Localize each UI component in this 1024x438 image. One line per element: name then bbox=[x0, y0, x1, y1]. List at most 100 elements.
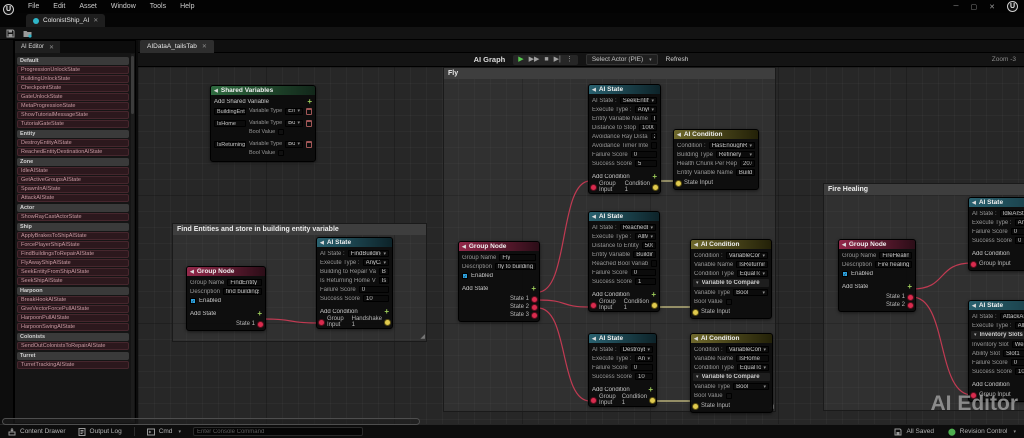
maximize-button[interactable]: ▢ bbox=[971, 3, 978, 11]
group-node-fly[interactable]: ◀Group NodeGroup NameFlyDescriptionfly t… bbox=[458, 241, 540, 322]
field-input[interactable]: fly to building entity bbox=[495, 263, 536, 270]
delete-variable-icon[interactable] bbox=[306, 120, 312, 127]
field-select[interactable]: VariableCompareCondition▾ bbox=[726, 252, 768, 259]
node-header[interactable]: ◀AI Condition bbox=[691, 240, 771, 249]
checkbox[interactable] bbox=[726, 393, 732, 399]
ai-state-list-item[interactable]: FindBuildingsToRepairAIState bbox=[17, 250, 129, 258]
node-header[interactable]: ◀Group Node bbox=[187, 267, 265, 276]
resize-handle-icon[interactable]: ◢ bbox=[420, 333, 425, 340]
node-header[interactable]: ◀AI State bbox=[589, 212, 659, 221]
output-pin[interactable] bbox=[650, 398, 655, 403]
field-select[interactable]: Weapon▾ bbox=[1012, 341, 1024, 348]
revision-control-dropdown[interactable]: ⬤ Revision Control ▾ bbox=[948, 428, 1016, 436]
ai-state-list-item[interactable]: GateUnlockState bbox=[17, 93, 129, 101]
output-pin[interactable] bbox=[258, 322, 263, 327]
list-scrollbar[interactable] bbox=[131, 54, 134, 421]
delete-variable-icon[interactable] bbox=[306, 141, 312, 148]
add-button[interactable]: + bbox=[648, 386, 653, 393]
ai-state-list-item[interactable]: SeekShipAIState bbox=[17, 277, 129, 285]
field-input[interactable]: IsHome bbox=[736, 355, 769, 362]
field-input[interactable]: BuildingEntity bbox=[651, 115, 657, 122]
bool-value-checkbox[interactable] bbox=[278, 150, 284, 156]
field-select[interactable]: SeekEntityFromShipAIState▾ bbox=[620, 97, 657, 104]
enabled-checkbox[interactable]: ✓ bbox=[190, 298, 196, 304]
ai-state-node-seek[interactable]: ◀AI StateAI State :SeekEntityFromShipAIS… bbox=[588, 84, 661, 194]
ai-state-list-item[interactable]: TurretTrackingAIState bbox=[17, 361, 129, 369]
delete-variable-icon[interactable] bbox=[306, 108, 312, 115]
field-input[interactable]: Slot1 bbox=[1003, 350, 1024, 357]
menu-help[interactable]: Help bbox=[180, 3, 194, 10]
graph-canvas[interactable]: Find Entities and store in building enti… bbox=[138, 67, 1024, 424]
ai-state-list-item[interactable]: ShowRayCastActorState bbox=[17, 213, 129, 221]
tab-ai-editor[interactable]: AI Editor ✕ bbox=[15, 41, 60, 53]
ai-state-list-item[interactable]: DestroyEntityAIState bbox=[17, 139, 129, 147]
add-button[interactable]: + bbox=[531, 285, 536, 292]
stop-button[interactable]: ■ bbox=[544, 56, 548, 64]
field-select[interactable]: EqualTo▾ bbox=[737, 270, 768, 277]
ai-state-list-item[interactable]: AttackAIState bbox=[17, 194, 129, 202]
output-pin[interactable] bbox=[653, 185, 658, 190]
add-button[interactable]: + bbox=[384, 308, 389, 315]
field-select[interactable]: IdleAIState▾ bbox=[1000, 210, 1024, 217]
comment-title[interactable]: Find Entities and store in building enti… bbox=[173, 224, 426, 235]
field-select[interactable]: AnyCanSucceed▾ bbox=[363, 259, 389, 266]
node-header[interactable]: ◀Group Node bbox=[839, 240, 915, 249]
field-select[interactable]: Refinery▾ bbox=[716, 151, 755, 158]
field-input[interactable]: 0 bbox=[1011, 359, 1024, 366]
field-input[interactable]: 500.0 bbox=[642, 242, 656, 249]
output-pin[interactable] bbox=[385, 320, 390, 325]
ai-condition-node-repair[interactable]: ◀AI ConditionCondition :HasEnoughRepairI… bbox=[673, 129, 759, 190]
section-collapse-icon[interactable]: ▾ bbox=[696, 280, 699, 286]
field-input[interactable]: 0 bbox=[631, 151, 657, 158]
add-button[interactable]: + bbox=[651, 291, 656, 298]
node-header[interactable]: ◀AI Condition bbox=[691, 334, 772, 343]
ai-condition-node-compare2[interactable]: ◀AI ConditionCondition :VariableCompareC… bbox=[690, 333, 773, 413]
shared-variables-node[interactable]: ◀ Shared Variables Add Shared Variable +… bbox=[210, 85, 316, 162]
field-input[interactable]: 10 bbox=[1015, 368, 1024, 375]
options-menu-icon[interactable]: ⋮ bbox=[566, 56, 573, 64]
ai-state-node-findbuildings[interactable]: ◀AI StateAI State :FindBuildingsToRepair… bbox=[316, 237, 393, 329]
field-select[interactable]: EqualTo▾ bbox=[737, 364, 769, 371]
minimize-button[interactable]: ─ bbox=[954, 3, 959, 10]
comment-title[interactable]: Fire Healing bbox=[824, 184, 1024, 195]
node-header[interactable]: ◀Group Node bbox=[459, 242, 539, 251]
field-input[interactable]: 2000.0 bbox=[651, 133, 657, 140]
console-command-input[interactable] bbox=[193, 427, 363, 436]
enabled-checkbox[interactable]: ✓ bbox=[462, 273, 468, 279]
collapse-icon[interactable]: ◀ bbox=[972, 303, 976, 309]
node-header[interactable]: ◀AI State bbox=[589, 334, 656, 343]
field-select[interactable]: AllMustSucceed▾ bbox=[635, 233, 656, 240]
menu-tools[interactable]: Tools bbox=[150, 3, 166, 10]
field-input[interactable]: Fire healing weapon bbox=[875, 261, 912, 268]
step-forward-button[interactable]: ▶▶ bbox=[529, 56, 540, 64]
input-pin[interactable] bbox=[319, 320, 324, 325]
ai-state-node-destroy[interactable]: ◀AI StateAI State :DestroyEntityAIState▾… bbox=[588, 333, 657, 407]
close-button[interactable]: ✕ bbox=[989, 3, 995, 11]
node-header[interactable]: ◀AI Condition bbox=[674, 130, 758, 139]
field-input[interactable]: 1 bbox=[635, 278, 656, 285]
field-input[interactable]: FindEntity bbox=[227, 279, 262, 286]
collapse-icon[interactable]: ◀ bbox=[694, 242, 698, 248]
field-input[interactable]: 0 bbox=[631, 364, 653, 371]
close-tab-icon[interactable]: ✕ bbox=[202, 43, 207, 50]
refresh-button[interactable]: Refresh bbox=[666, 56, 689, 63]
field-select[interactable]: Bool▾ bbox=[733, 383, 769, 390]
ai-state-list-item[interactable]: ReachedEntityDestinationAIState bbox=[17, 148, 129, 156]
field-input[interactable]: 0 bbox=[1011, 228, 1024, 235]
ai-state-list-item[interactable]: ProgressionUnlockState bbox=[17, 66, 129, 74]
output-pin[interactable] bbox=[532, 297, 537, 302]
output-pin[interactable] bbox=[908, 303, 913, 308]
close-tab-icon[interactable]: ✕ bbox=[49, 44, 54, 51]
play-button[interactable]: ▶ bbox=[518, 56, 523, 64]
node-header[interactable]: ◀AI State bbox=[317, 238, 392, 247]
field-input[interactable]: Fly bbox=[499, 254, 536, 261]
field-input[interactable]: 0 bbox=[1015, 237, 1024, 244]
ai-state-list-item[interactable]: SeekEntityFromShipAIState bbox=[17, 268, 129, 276]
field-input[interactable]: 5 bbox=[635, 160, 657, 167]
ai-state-node-reached[interactable]: ◀AI StateAI State :ReachedEntityDestinat… bbox=[588, 211, 660, 312]
tab-aidata-tailstab[interactable]: AIDataA_tailsTab ✕ bbox=[140, 40, 214, 53]
ai-state-list-item[interactable]: ForcePlayerShipAIState bbox=[17, 241, 129, 249]
collapse-icon[interactable]: ◀ bbox=[214, 88, 218, 94]
collapse-icon[interactable]: ◀ bbox=[677, 132, 681, 138]
field-input[interactable]: 10 bbox=[635, 373, 653, 380]
